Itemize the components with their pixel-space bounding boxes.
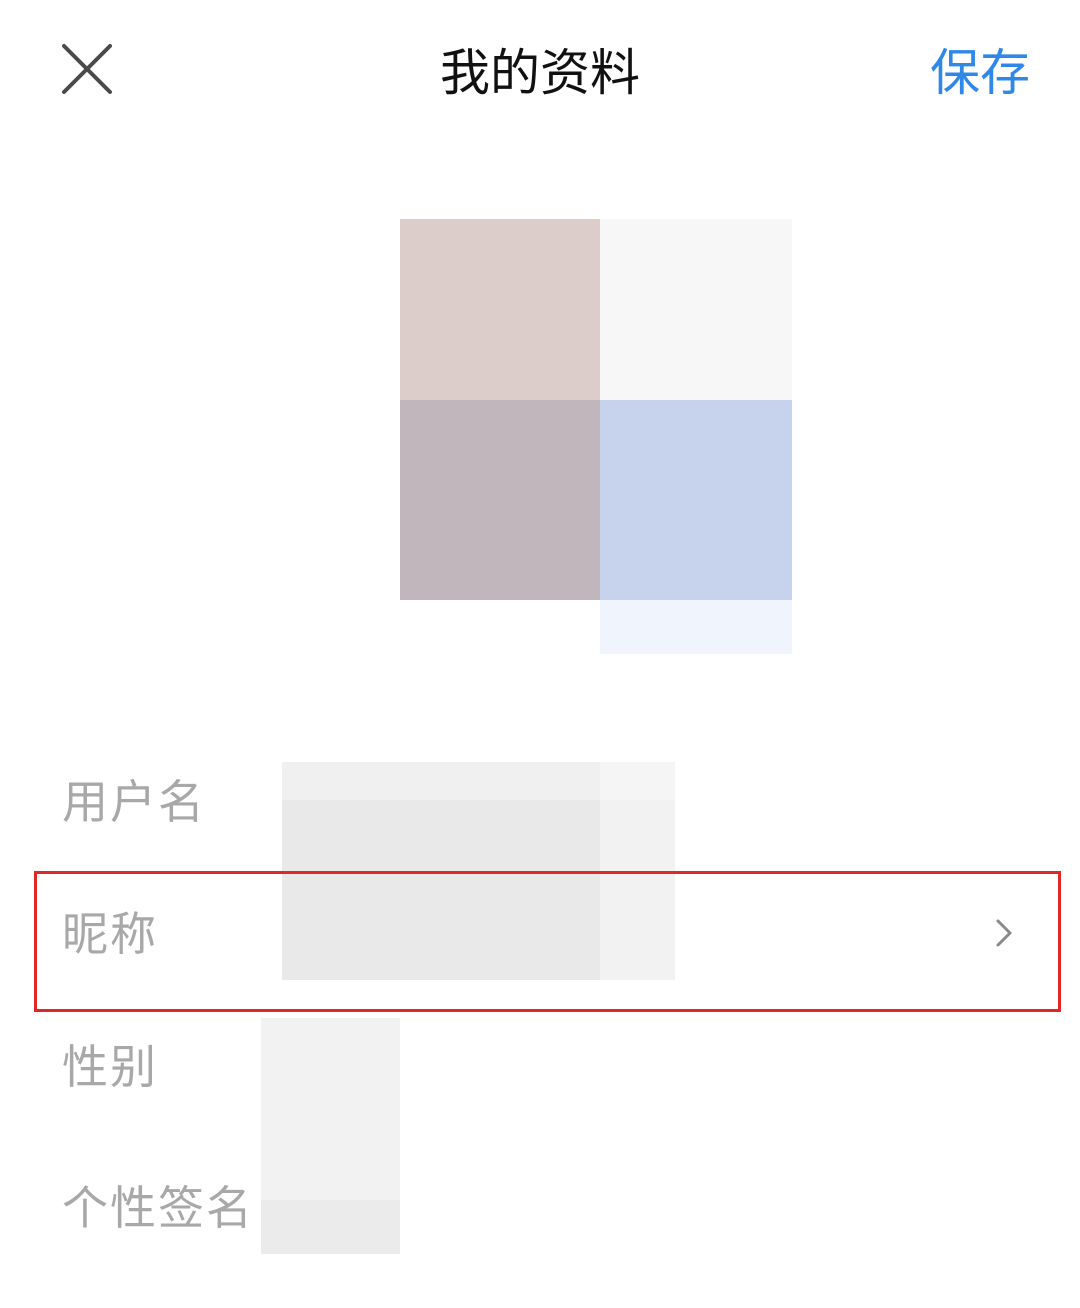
avatar-tile [600, 600, 792, 654]
avatar-tile [600, 400, 792, 600]
gender-value-block [261, 1018, 400, 1200]
signature-value-block [261, 1200, 400, 1254]
page-title: 我的资料 [440, 44, 640, 102]
avatar[interactable] [400, 219, 792, 654]
signature-label: 个性签名 [62, 1181, 254, 1235]
chevron-right-icon [990, 915, 1018, 951]
nickname-row[interactable] [36, 872, 1057, 1008]
avatar-tile [400, 400, 600, 600]
avatar-tile [600, 219, 792, 400]
save-button[interactable]: 保存 [930, 38, 1030, 108]
username-label: 用户名 [62, 775, 206, 829]
nickname-label: 昵称 [62, 907, 158, 961]
gender-label: 性别 [62, 1040, 158, 1094]
username-value-block [282, 762, 600, 800]
username-value-block [600, 762, 675, 800]
avatar-tile [400, 219, 600, 400]
